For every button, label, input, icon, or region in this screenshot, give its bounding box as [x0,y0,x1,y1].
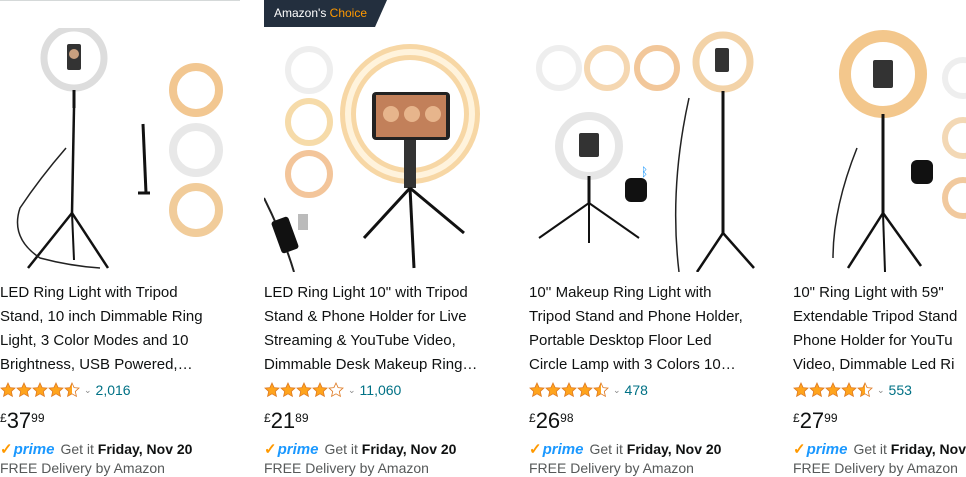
price[interactable]: £2189 [264,408,309,434]
price-whole: 26 [535,408,561,433]
price-symbol: £ [0,411,7,425]
product-card[interactable]: Amazon's Choice LED Ring Light 10" with … [264,0,504,477]
title-line[interactable]: Stand & Phone Holder for Live [264,305,514,329]
prime-badge: ✓ prime [529,440,583,458]
rating[interactable]: ⌄ 2,016 [0,380,131,400]
delivery-date: Friday, Nov 20 [626,441,722,457]
free-delivery-text: FREE Delivery by Amazon [529,460,694,476]
product-title[interactable]: 10" Ring Light with 59" Extendable Tripo… [793,281,966,377]
free-delivery-text: FREE Delivery by Amazon [0,460,165,476]
delivery-info: ✓ prime Get it Friday, Nov 20 [264,440,456,458]
title-line[interactable]: Light, 3 Color Modes and 10 [0,329,250,353]
product-title[interactable]: 10'' Makeup Ring Light with Tripod Stand… [529,281,779,377]
product-title[interactable]: LED Ring Light with Tripod Stand, 10 inc… [0,281,250,377]
svg-text:ᛒ: ᛒ [641,165,648,179]
title-line[interactable]: Phone Holder for YouTu [793,329,966,353]
prime-label: prime [806,441,848,458]
badge-accent: Choice [329,6,368,20]
delivery-date: Friday, Nov [890,441,966,457]
prime-label: prime [542,441,584,458]
title-line[interactable]: Circle Lamp with 3 Colors 10… [529,353,779,377]
review-count-link[interactable]: 553 [889,382,912,398]
delivery-prefix: Get it [60,441,94,457]
prime-label: prime [13,441,55,458]
product-card[interactable]: LED Ring Light with Tripod Stand, 10 inc… [0,0,240,477]
title-line[interactable]: 10" Ring Light with 59" [793,281,966,305]
title-line[interactable]: Video, Dimmable Led Ri [793,353,966,377]
badge-label: Amazon's [274,6,327,20]
price-symbol: £ [264,411,271,425]
rating[interactable]: ⌄ 478 [529,380,648,400]
check-icon: ✓ [0,441,13,458]
product-image[interactable] [0,28,240,272]
prime-label: prime [277,441,319,458]
price-whole: 21 [270,408,296,433]
delivery-date: Friday, Nov 20 [361,441,457,457]
star-rating-icon[interactable] [0,382,80,398]
check-icon: ✓ [793,441,806,458]
title-line[interactable]: LED Ring Light with Tripod [0,281,250,305]
chevron-down-icon[interactable]: ⌄ [84,385,92,396]
title-line[interactable]: Stand, 10 inch Dimmable Ring [0,305,250,329]
price-whole: 37 [6,408,32,433]
title-line[interactable]: Portable Desktop Floor Led [529,329,779,353]
star-rating-icon[interactable] [264,382,344,398]
price-fraction: 98 [560,411,574,425]
prime-badge: ✓ prime [793,440,847,458]
delivery-info: ✓ prime Get it Friday, Nov 20 [529,440,721,458]
review-count-link[interactable]: 478 [625,382,648,398]
title-line[interactable]: Extendable Tripod Stand [793,305,966,329]
title-line[interactable]: 10'' Makeup Ring Light with [529,281,779,305]
prime-badge: ✓ prime [0,440,54,458]
price-fraction: 99 [31,411,45,425]
delivery-info: ✓ prime Get it Friday, Nov 20 [0,440,192,458]
product-card[interactable]: ᛒ 10'' Makeup Ring Light with Tripod Sta… [529,0,769,477]
price-fraction: 99 [824,411,838,425]
title-line[interactable]: Streaming & YouTube Video, [264,329,514,353]
price[interactable]: £2799 [793,408,838,434]
title-line[interactable]: Tripod Stand and Phone Holder, [529,305,779,329]
check-icon: ✓ [529,441,542,458]
star-rating-icon[interactable] [793,382,873,398]
product-card[interactable]: 10" Ring Light with 59" Extendable Tripo… [793,0,966,477]
amazons-choice-badge: Amazon's Choice [264,0,387,27]
price-symbol: £ [529,411,536,425]
star-rating-icon[interactable] [529,382,609,398]
product-image[interactable] [264,28,504,272]
title-line[interactable]: LED Ring Light 10" with Tripod [264,281,514,305]
price[interactable]: £2698 [529,408,574,434]
title-line[interactable]: Brightness, USB Powered,… [0,353,250,377]
price[interactable]: £3799 [0,408,45,434]
product-title[interactable]: LED Ring Light 10" with Tripod Stand & P… [264,281,514,377]
price-fraction: 89 [295,411,309,425]
product-image[interactable]: ᛒ [529,28,769,272]
product-image[interactable] [793,28,966,272]
title-line[interactable]: Dimmable Desk Makeup Ring… [264,353,514,377]
prime-badge: ✓ prime [264,440,318,458]
chevron-down-icon[interactable]: ⌄ [877,385,885,396]
delivery-prefix: Get it [853,441,887,457]
price-symbol: £ [793,411,800,425]
price-whole: 27 [799,408,825,433]
chevron-down-icon[interactable]: ⌄ [613,385,621,396]
delivery-prefix: Get it [589,441,623,457]
review-count-link[interactable]: 2,016 [96,382,131,398]
delivery-prefix: Get it [324,441,358,457]
chevron-down-icon[interactable]: ⌄ [348,385,356,396]
review-count-link[interactable]: 11,060 [360,382,402,398]
rating[interactable]: ⌄ 553 [793,380,912,400]
rating[interactable]: ⌄ 11,060 [264,380,401,400]
delivery-info: ✓ prime Get it Friday, Nov [793,440,966,458]
delivery-date: Friday, Nov 20 [97,441,193,457]
free-delivery-text: FREE Delivery by Amazon [793,460,958,476]
free-delivery-text: FREE Delivery by Amazon [264,460,429,476]
check-icon: ✓ [264,441,277,458]
